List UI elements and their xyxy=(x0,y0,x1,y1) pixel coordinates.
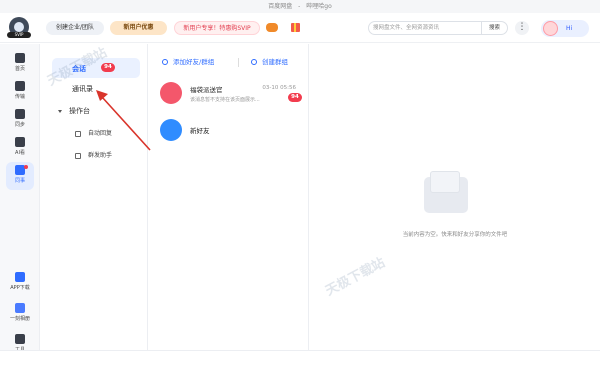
auto-reply-icon xyxy=(75,130,81,137)
mass-send-label: 群发助手 xyxy=(88,152,113,159)
greeting-text: Hi xyxy=(566,25,573,32)
new-friend-avatar-icon xyxy=(160,119,182,141)
nav-label-sync: 同步 xyxy=(14,122,25,128)
action-divider xyxy=(238,58,239,67)
nav-label-album: 一刻相册 xyxy=(9,316,30,322)
create-enterprise-button[interactable]: 创建企业/团队 xyxy=(46,21,104,35)
lucky-bag-avatar-icon xyxy=(160,82,182,104)
console-section-toggle[interactable]: 操作台 xyxy=(58,106,90,116)
conversation-name: 福袋派送官 xyxy=(190,86,223,94)
avatar xyxy=(543,21,558,36)
ai-icon xyxy=(15,137,25,147)
search-button[interactable]: 搜索 xyxy=(481,21,507,35)
empty-folder-front xyxy=(430,171,460,193)
conversation-preview: 该消息暂不支持在该页面展示... xyxy=(190,97,260,103)
nav-item-ai[interactable]: AI看 xyxy=(0,137,40,156)
window-user: 哔哩哈go xyxy=(306,3,332,10)
left-navigation: 首页 传输 同步 AI看 同事 APP下载 一刻相册 工具 xyxy=(0,44,40,369)
auto-reply-label: 自动回复 xyxy=(88,130,113,137)
add-friend-button[interactable]: 添加好友/群组 xyxy=(162,56,214,66)
status-bar xyxy=(0,350,600,369)
sync-icon xyxy=(15,109,25,119)
add-user-icon xyxy=(162,59,168,65)
user-profile-button[interactable]: Hi xyxy=(541,20,589,37)
nav-item-colleague[interactable]: 同事 xyxy=(0,165,40,184)
session-unread-badge: 94 xyxy=(101,63,115,72)
group-icon xyxy=(251,59,257,65)
title-bar: 百度网盘 - 哔哩哈go xyxy=(0,0,600,13)
search-input[interactable] xyxy=(373,23,483,33)
message-category-panel: 会话 94 通讯录 操作台 自动回复 群发助手 xyxy=(41,44,148,369)
nav-item-sync[interactable]: 同步 xyxy=(0,109,40,128)
conversation-list-panel: 添加好友/群组 创建群组 福袋派送官 03-10 05:56 该消息暂不支持在该… xyxy=(149,44,309,369)
home-icon xyxy=(15,53,25,63)
conversation-time: 03-10 05:56 xyxy=(262,85,296,91)
conversation-name: 新好友 xyxy=(190,127,210,135)
auto-reply-item[interactable]: 自动回复 xyxy=(75,128,112,137)
gamepad-icon[interactable] xyxy=(266,23,278,32)
tab-contacts[interactable]: 通讯录 xyxy=(72,84,93,94)
console-label: 操作台 xyxy=(69,107,90,115)
gift-icon[interactable] xyxy=(291,23,300,32)
transfer-icon xyxy=(15,81,25,91)
window-separator: - xyxy=(298,3,301,10)
nav-item-transfer[interactable]: 传输 xyxy=(0,81,40,100)
chat-content-area: 当前内容为空。快来和好友分享你的文件吧 xyxy=(310,44,600,350)
search-box: 搜索 xyxy=(368,21,508,35)
window-app-name: 百度网盘 xyxy=(268,3,293,10)
nav-item-home[interactable]: 首页 xyxy=(0,53,40,72)
top-toolbar: SVIP 创建企业/团队 新用户优惠 新用户专享！特惠购SVIP 搜索 ⋮ Hi xyxy=(0,13,600,43)
chevron-down-icon xyxy=(58,109,62,113)
create-group-label: 创建群组 xyxy=(262,58,288,66)
nav-label-app-download: APP下载 xyxy=(10,285,30,291)
nav-label-colleague: 同事 xyxy=(14,178,25,184)
nav-item-app-download[interactable]: APP下载 xyxy=(0,272,40,291)
new-user-offer-button[interactable]: 新用户优惠 xyxy=(110,21,167,35)
tools-icon xyxy=(15,334,25,344)
conversation-item[interactable]: 福袋派送官 03-10 05:56 该消息暂不支持在该页面展示... 94 xyxy=(157,79,307,109)
empty-state-text: 当前内容为空。快来和好友分享你的文件吧 xyxy=(402,232,508,238)
conversation-actions: 添加好友/群组 创建群组 xyxy=(149,56,309,70)
mass-send-item[interactable]: 群发助手 xyxy=(75,150,112,159)
mass-send-icon xyxy=(75,152,81,159)
conversation-unread-badge: 94 xyxy=(288,93,302,102)
empty-folder-icon xyxy=(424,167,468,217)
unread-dot xyxy=(24,165,28,169)
svip-promo-button[interactable]: 新用户专享！特惠购SVIP xyxy=(174,21,260,35)
more-menu-button[interactable]: ⋮ xyxy=(515,21,529,35)
phone-icon xyxy=(15,272,25,282)
nav-label-transfer: 传输 xyxy=(14,94,25,100)
add-friend-label: 添加好友/群组 xyxy=(173,58,215,66)
album-icon xyxy=(15,303,25,313)
nav-label-home: 首页 xyxy=(14,66,25,72)
conversation-item[interactable]: 新好友 xyxy=(157,116,307,146)
svip-tag: SVIP xyxy=(7,32,31,38)
nav-label-ai: AI看 xyxy=(15,150,25,156)
create-group-button[interactable]: 创建群组 xyxy=(251,56,288,66)
nav-item-album[interactable]: 一刻相册 xyxy=(0,303,40,322)
